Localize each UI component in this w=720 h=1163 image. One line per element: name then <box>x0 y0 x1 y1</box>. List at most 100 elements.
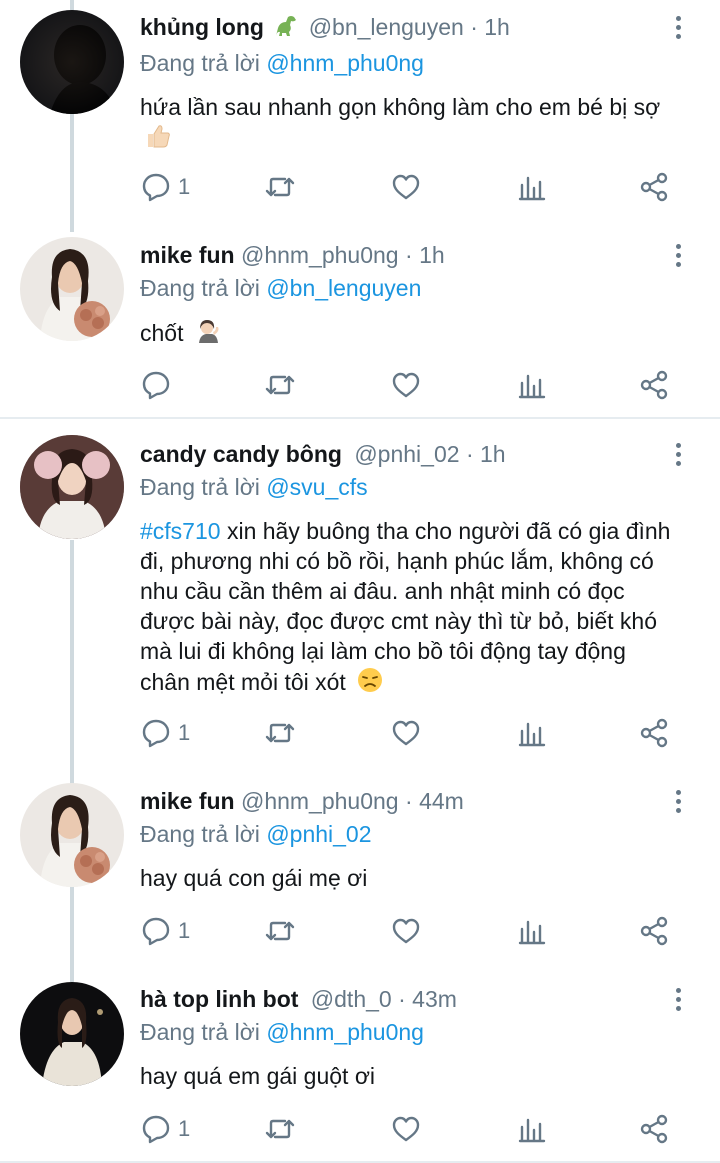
tweet[interactable]: khủng long @bn_lenguyen · 1h Đang trả lờ… <box>0 0 720 232</box>
more-options-icon[interactable] <box>672 240 684 270</box>
avatar[interactable] <box>20 237 124 341</box>
retweet-button[interactable] <box>264 1109 296 1149</box>
avatar[interactable] <box>20 783 124 887</box>
retweet-button[interactable] <box>264 713 296 753</box>
user-handle[interactable]: @pnhi_02 <box>354 441 459 467</box>
retweet-button[interactable] <box>264 167 296 207</box>
reply-icon <box>142 917 170 946</box>
tweet-actions: 1 <box>140 1109 680 1149</box>
separator-dot: · <box>405 788 413 814</box>
more-options-icon[interactable] <box>672 12 684 42</box>
mention-link[interactable]: @hnm_phu0ng <box>266 50 424 76</box>
like-button[interactable] <box>390 911 422 951</box>
reply-icon <box>142 719 170 748</box>
mention-link[interactable]: @pnhi_02 <box>266 821 371 847</box>
retweet-icon <box>265 375 295 395</box>
reply-button[interactable]: 1 <box>140 167 190 207</box>
persevering-face-icon <box>356 666 384 701</box>
heart-icon <box>392 720 420 746</box>
tweet-header: hà top linh bot @dth_0 · 43m <box>140 984 680 1014</box>
tweet-actions: 1 <box>140 713 680 753</box>
user-handle[interactable]: @bn_lenguyen <box>309 14 464 40</box>
display-name[interactable]: khủng long <box>140 14 264 40</box>
more-options-icon[interactable] <box>672 984 684 1014</box>
replying-to: Đang trả lời @bn_lenguyen <box>140 273 680 303</box>
more-options-icon[interactable] <box>672 786 684 816</box>
tweet-text: hay quá con gái mẹ ơi <box>140 863 680 893</box>
mention-link[interactable]: @bn_lenguyen <box>266 275 421 301</box>
retweet-icon <box>265 921 295 941</box>
timestamp[interactable]: 1h <box>480 441 506 467</box>
user-handle[interactable]: @hnm_phu0ng <box>241 788 399 814</box>
tweet[interactable]: candy candy bông @pnhi_02 · 1h Đang trả … <box>0 420 720 778</box>
reply-icon <box>142 371 170 400</box>
avatar[interactable] <box>20 435 124 539</box>
tweet-text: hứa lần sau nhanh gọn không làm cho em b… <box>140 92 670 157</box>
tweet[interactable]: hà top linh bot @dth_0 · 43m Đang trả lờ… <box>0 972 720 1163</box>
retweet-icon <box>265 723 295 743</box>
tweet-body: hứa lần sau nhanh gọn không làm cho em b… <box>140 94 661 120</box>
tweet-header: khủng long @bn_lenguyen · 1h <box>140 12 680 45</box>
dinosaur-icon <box>272 14 298 45</box>
tweet-actions: 1 <box>140 167 680 207</box>
display-name[interactable]: mike fun <box>140 242 235 268</box>
tweet[interactable]: mike fun @hnm_phu0ng · 1h Đang trả lời @… <box>0 232 720 418</box>
reply-count: 1 <box>178 720 191 745</box>
timestamp[interactable]: 1h <box>484 14 510 40</box>
analytics-button[interactable] <box>516 911 548 951</box>
reply-button[interactable]: 1 <box>140 1109 190 1149</box>
analytics-icon <box>518 1118 546 1143</box>
like-button[interactable] <box>390 365 422 405</box>
tweet[interactable]: mike fun @hnm_phu0ng · 44m Đang trả lời … <box>0 778 720 972</box>
replying-to-label: Đang trả lời <box>140 1019 260 1045</box>
replying-to: Đang trả lời @pnhi_02 <box>140 819 680 849</box>
analytics-button[interactable] <box>516 713 548 753</box>
share-button[interactable] <box>638 713 670 753</box>
avatar[interactable] <box>20 982 124 1086</box>
tweet-text: chốt <box>140 317 680 352</box>
tweet-body: hay quá em gái guột ơi <box>140 1063 376 1089</box>
avatar[interactable] <box>20 10 124 114</box>
retweet-button[interactable] <box>264 911 296 951</box>
more-options-icon[interactable] <box>672 439 684 469</box>
analytics-button[interactable] <box>516 365 548 405</box>
reply-button[interactable] <box>140 365 178 405</box>
replying-to: Đang trả lời @hnm_phu0ng <box>140 48 680 78</box>
thread-divider <box>0 417 720 419</box>
mention-link[interactable]: @hnm_phu0ng <box>266 1019 424 1045</box>
display-name[interactable]: hà top linh bot <box>140 986 298 1012</box>
reply-button[interactable]: 1 <box>140 911 190 951</box>
replying-to-label: Đang trả lời <box>140 474 260 500</box>
reply-button[interactable]: 1 <box>140 713 190 753</box>
analytics-icon <box>518 176 546 201</box>
user-handle[interactable]: @hnm_phu0ng <box>241 242 399 268</box>
share-button[interactable] <box>638 1109 670 1149</box>
replying-to-label: Đang trả lời <box>140 821 260 847</box>
separator-dot: · <box>470 14 478 40</box>
timestamp[interactable]: 1h <box>419 242 445 268</box>
like-button[interactable] <box>390 167 422 207</box>
hashtag-link[interactable]: #cfs710 <box>140 518 221 544</box>
like-button[interactable] <box>390 713 422 753</box>
reply-icon <box>142 173 170 202</box>
mention-link[interactable]: @svu_cfs <box>266 474 367 500</box>
replying-to-label: Đang trả lời <box>140 275 260 301</box>
share-button[interactable] <box>638 167 670 207</box>
display-name[interactable]: candy candy bông <box>140 441 342 467</box>
display-name[interactable]: mike fun <box>140 788 235 814</box>
analytics-button[interactable] <box>516 1109 548 1149</box>
woman-tipping-hand-icon <box>194 317 222 352</box>
user-handle[interactable]: @dth_0 <box>311 986 392 1012</box>
heart-icon <box>392 1116 420 1142</box>
analytics-icon <box>518 374 546 399</box>
share-button[interactable] <box>638 365 670 405</box>
like-button[interactable] <box>390 1109 422 1149</box>
separator-dot: · <box>398 986 406 1012</box>
timestamp[interactable]: 43m <box>412 986 457 1012</box>
share-button[interactable] <box>638 911 670 951</box>
share-icon <box>640 370 668 400</box>
timestamp[interactable]: 44m <box>419 788 464 814</box>
share-icon <box>640 172 668 202</box>
retweet-button[interactable] <box>264 365 296 405</box>
analytics-button[interactable] <box>516 167 548 207</box>
